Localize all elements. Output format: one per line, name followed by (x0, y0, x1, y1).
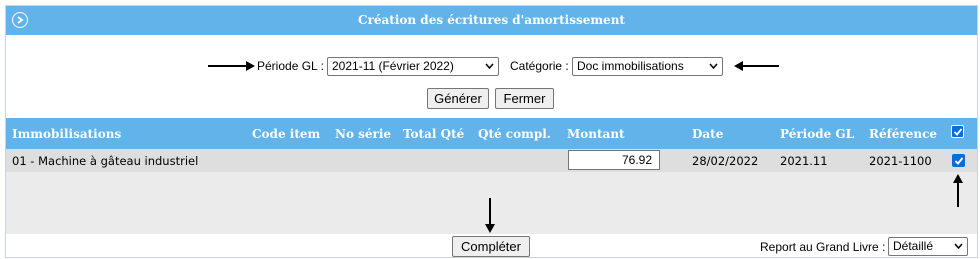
amortization-panel: Création des écritures d'amortissement P… (5, 5, 978, 258)
annotation-arrow-right (208, 65, 248, 67)
category-label: Catégorie : (510, 59, 569, 73)
panel-title: Création des écritures d'amortissement (358, 13, 625, 27)
cell-reference: 2021-1100 (869, 154, 932, 168)
table-empty-area (6, 172, 977, 234)
col-total-qty: Total Qté (403, 127, 465, 141)
report-select-value: Détaillé (893, 239, 934, 253)
category-select[interactable]: Doc immobilisations (572, 57, 723, 76)
cell-date: 28/02/2022 (692, 154, 759, 168)
col-reference: Référence (869, 127, 938, 141)
generate-button[interactable]: Générer (427, 88, 489, 109)
complete-button[interactable]: Compléter (452, 236, 530, 257)
annotation-arrow-down (489, 198, 491, 225)
annotation-arrow-left (742, 65, 779, 67)
col-amount: Montant (567, 127, 625, 141)
check-icon (954, 157, 964, 165)
table-header: Immobilisations Code item No série Total… (6, 118, 977, 149)
select-all-checkbox[interactable] (951, 125, 964, 138)
panel-titlebar: Création des écritures d'amortissement (6, 6, 977, 35)
row-checkbox[interactable] (952, 154, 965, 167)
report-label: Report au Grand Livre : (760, 240, 886, 254)
chevron-down-icon (954, 243, 963, 249)
arrow-head-icon (246, 61, 255, 71)
table-row: 01 - Machine à gâteau industriel 76.92 2… (6, 149, 977, 172)
col-date: Date (692, 127, 724, 141)
period-label: Période GL : (257, 59, 324, 73)
report-select[interactable]: Détaillé (888, 237, 968, 256)
close-button[interactable]: Fermer (495, 88, 554, 109)
chevron-down-icon (709, 63, 718, 69)
filter-row: Période GL : 2021-11 (Février 2022) Caté… (6, 55, 977, 77)
col-gl-period: Période GL (780, 127, 855, 141)
col-immobilisations: Immobilisations (12, 127, 122, 141)
amount-input[interactable]: 76.92 (568, 150, 660, 170)
check-icon (953, 128, 963, 136)
chevron-down-icon (485, 63, 494, 69)
col-serial-no: No série (335, 127, 392, 141)
annotation-arrow-up (957, 182, 959, 207)
period-select[interactable]: 2021-11 (Février 2022) (327, 57, 499, 76)
arrow-head-icon (485, 224, 495, 233)
col-item-code: Code item (252, 127, 321, 141)
cell-asset: 01 - Machine à gâteau industriel (12, 154, 199, 168)
category-select-value: Doc immobilisations (577, 59, 684, 73)
col-qty-compl: Qté compl. (478, 127, 551, 141)
period-select-value: 2021-11 (Février 2022) (332, 59, 454, 73)
panel-footer: Compléter Report au Grand Livre : Détail… (6, 234, 977, 258)
cell-gl-period: 2021.11 (780, 154, 828, 168)
